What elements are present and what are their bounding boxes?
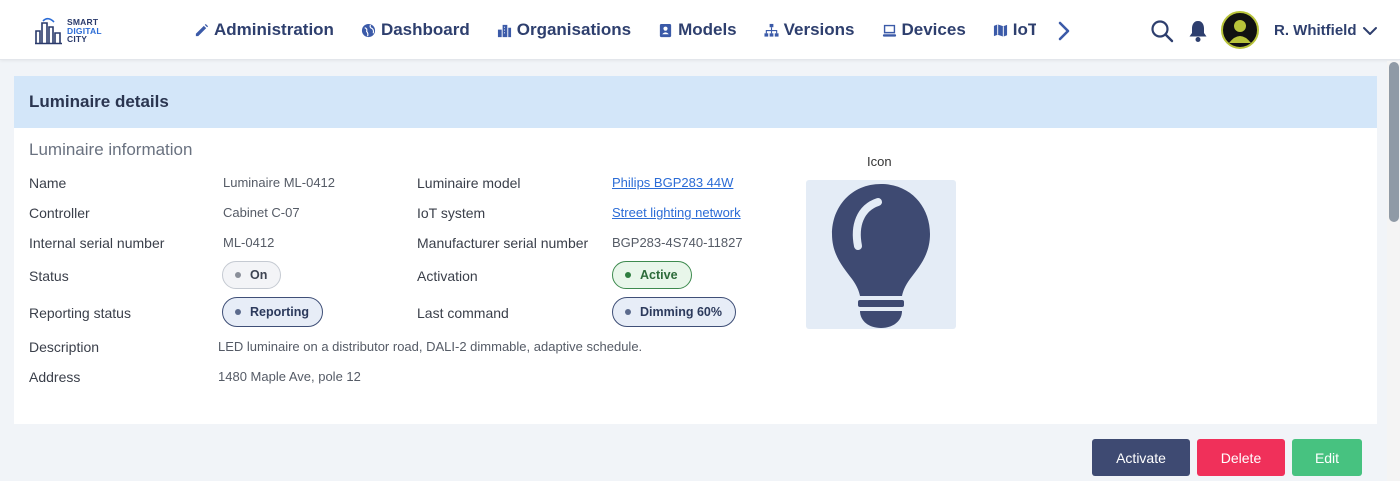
activation-dot [625,272,631,278]
luminaire-model-label: Luminaire model [417,175,521,191]
scrollbar-thumb[interactable] [1389,62,1399,222]
icon-preview [806,180,956,329]
name-value: Luminaire ML-0412 [223,175,336,190]
status-label: Status [29,268,69,284]
user-avatar-icon [1229,20,1251,43]
globe-icon [361,23,376,37]
luminaire-model-link[interactable]: Philips BGP283 44W [612,175,733,190]
nav-item-devices[interactable]: Devices [882,20,966,40]
smart-digital-city-logo[interactable]: SMART DIGITAL CITY [34,15,114,47]
user-name[interactable]: R. Whitfield [1274,22,1357,39]
lightbulb-icon [832,183,930,328]
reporting-dot [235,309,241,315]
status-badge: On [222,261,282,289]
icon-caption: Icon [867,154,892,169]
nav-item-administration[interactable]: Administration [194,20,334,40]
manufacturer-serial-value: BGP283-4S740-11827 [612,235,743,250]
chevron-right-icon[interactable] [1055,20,1073,42]
top-navigation-bar: SMART DIGITAL CITY Administration Dashbo… [0,0,1400,60]
card-title: Luminaire details [14,76,1377,128]
controller-value: Cabinet C-07 [223,205,300,220]
name-label: Name [29,175,67,191]
chevron-down-icon[interactable] [1362,24,1378,38]
map-icon [993,23,1007,37]
main-nav: Administration Dashboard Organisations M… [194,0,1036,60]
monitor-icon [882,24,896,37]
search-icon[interactable] [1150,19,1174,43]
pencil-icon [195,23,209,36]
manufacturer-serial-label: Manufacturer serial number [417,235,589,251]
iot-system-link[interactable]: Street lighting network [612,205,741,220]
status-dot [235,272,241,278]
city-skyline-icon [35,17,62,45]
address-value: 1480 Maple Ave, pole 12 [218,369,361,384]
iot-system-label: IoT system [417,205,486,221]
activation-badge: Active [612,261,692,289]
nav-item-organisations[interactable]: Organisations [497,20,631,40]
description-label: Description [29,339,100,355]
controller-label: Controller [29,205,90,221]
activate-button[interactable]: Activate [1092,439,1190,476]
description-value: LED luminaire on a distributor road, DAL… [218,339,643,354]
sitemap-icon [764,23,779,37]
avatar[interactable] [1221,11,1259,49]
building-icon [497,24,511,37]
reporting-status-badge: Reporting [222,297,324,327]
delete-button[interactable]: Delete [1197,439,1285,476]
logo-wordmark: SMART DIGITAL CITY [67,17,102,45]
last-command-badge: Dimming 60% [612,297,736,327]
reporting-status-label: Reporting status [29,305,131,321]
nav-item-models[interactable]: Models [658,20,737,40]
section-title: Luminaire information [29,140,193,159]
edit-button[interactable]: Edit [1292,439,1362,476]
nav-item-dashboard[interactable]: Dashboard [361,20,470,40]
nav-item-versions[interactable]: Versions [764,20,855,40]
internal-serial-value: ML-0412 [223,235,275,250]
internal-serial-label: Internal serial number [29,235,165,251]
nav-item-iot-systems[interactable]: IoT systems [993,20,1036,40]
address-label: Address [29,369,81,385]
bell-icon[interactable] [1187,19,1209,43]
id-card-icon [659,23,672,37]
last-command-label: Last command [417,305,509,321]
activation-label: Activation [417,268,478,284]
last-command-dot [625,309,631,315]
luminaire-details-card: Luminaire details Luminaire information … [14,76,1377,424]
